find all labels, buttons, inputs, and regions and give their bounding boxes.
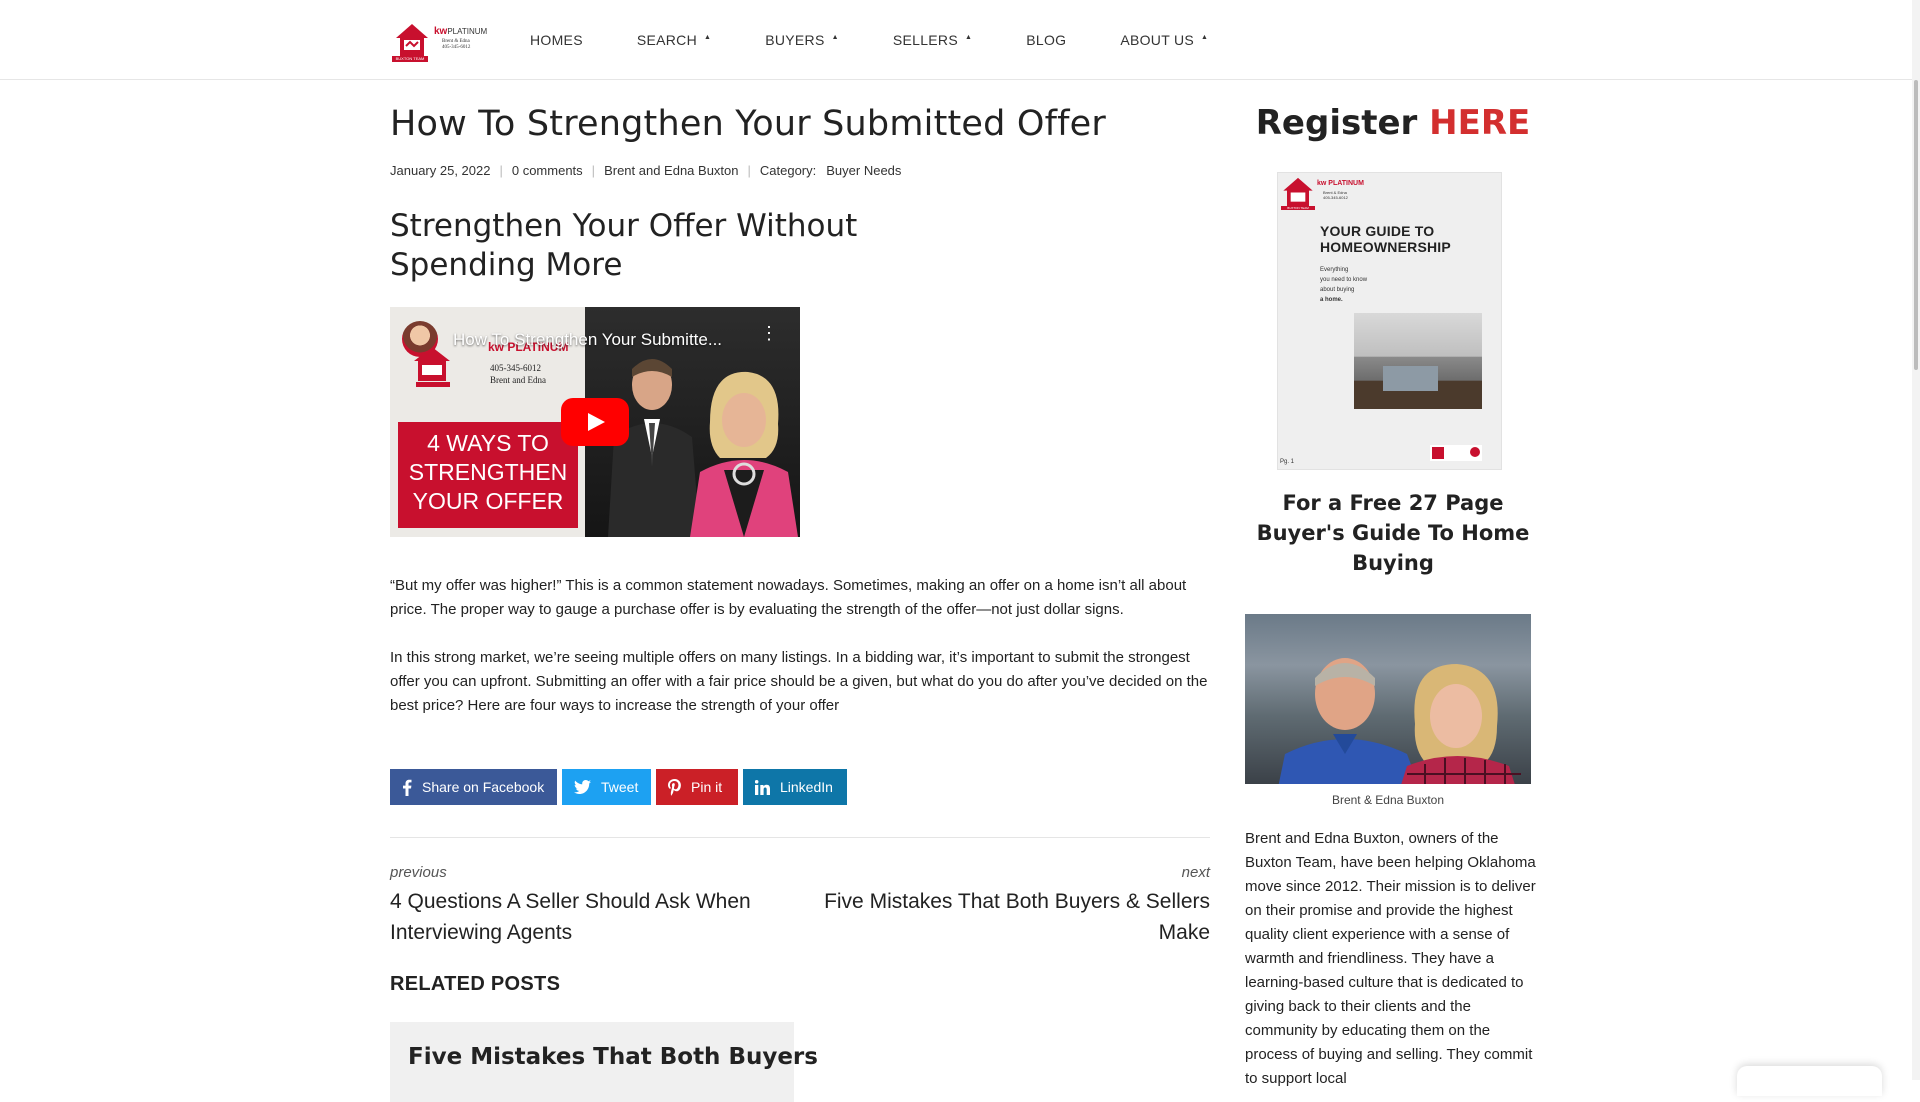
- meta-divider: |: [591, 163, 596, 178]
- guide-logo: kw PLATINUM Brent & Edna 405-345-6012 BU…: [1281, 176, 1373, 210]
- caret-up-icon: ▲: [704, 34, 712, 41]
- site-logo[interactable]: kwPLATINUM Brent & Edna 405-345-6012 BUX…: [390, 20, 487, 62]
- owners-photo-caption: Brent & Edna Buxton: [1331, 793, 1445, 807]
- meta-divider: |: [499, 163, 503, 178]
- guide-kw-text: kw PLATINUM: [1317, 180, 1364, 187]
- nav-search[interactable]: SEARCH ▲: [637, 32, 711, 48]
- nav-homes[interactable]: HOMES: [530, 32, 583, 48]
- owners-bio: Brent and Edna Buxton, owners of the Bux…: [1245, 830, 1536, 1087]
- video-badge: 4 WAYS TO STRENGTHEN YOUR OFFER: [398, 422, 578, 528]
- pinterest-icon: [668, 778, 681, 796]
- post-title: How To Strengthen Your Submitted Offer: [390, 104, 1107, 144]
- scrollbar-thumb[interactable]: [1914, 80, 1918, 370]
- play-button-icon[interactable]: [561, 398, 629, 446]
- caret-up-icon: ▲: [831, 34, 839, 41]
- related-posts-heading: RELATED POSTS: [390, 973, 561, 995]
- kitchen-photo: [1354, 313, 1482, 409]
- homeownership-guide-cover[interactable]: kw PLATINUM Brent & Edna 405-345-6012 BU…: [1277, 172, 1502, 470]
- post-subheading: Strengthen Your Offer Without Spending M…: [390, 208, 858, 283]
- video-title[interactable]: How To Strengthen Your Submitte...: [453, 330, 722, 350]
- guide-footer-logos: [1430, 445, 1482, 461]
- post-category-label: Category:: [759, 163, 817, 178]
- caret-up-icon: ▲: [1201, 34, 1209, 41]
- share-facebook-label: Share on Facebook: [422, 779, 545, 795]
- nav-buyers[interactable]: BUYERS ▲: [765, 32, 839, 48]
- next-post-link[interactable]: Five Mistakes That Both Buyers & Sellers…: [820, 886, 1210, 948]
- nav-sellers[interactable]: SELLERS ▲: [893, 32, 972, 48]
- share-linkedin-button[interactable]: LinkedIn: [743, 769, 847, 805]
- channel-avatar[interactable]: [402, 321, 438, 357]
- post-meta: January 25, 2022 | 0 comments | Brent an…: [390, 163, 901, 178]
- share-pinterest-button[interactable]: Pin it: [656, 769, 738, 805]
- previous-post-label: previous: [390, 864, 447, 881]
- post-date: January 25, 2022: [390, 163, 491, 178]
- video-contact: 405-345-6012 Brent and Edna: [490, 363, 546, 385]
- free-guide-text[interactable]: For a Free 27 Page Buyer's Guide To Home…: [1245, 488, 1541, 578]
- guide-subtitle: Everything you need to know about buying…: [1320, 267, 1368, 303]
- house-logo-icon: [396, 24, 428, 56]
- share-twitter-label: Tweet: [601, 779, 639, 795]
- share-twitter-button[interactable]: Tweet: [562, 769, 651, 805]
- share-pinterest-label: Pin it: [691, 779, 723, 795]
- post-nav-divider: [390, 837, 1210, 838]
- meta-divider: |: [747, 163, 751, 178]
- post-paragraph-1: “But my offer was higher!” This is a com…: [390, 577, 1187, 618]
- post-paragraph-2: In this strong market, we’re seeing mult…: [390, 649, 1208, 714]
- post-category-link[interactable]: Buyer Needs: [826, 163, 901, 178]
- owner-woman-image: [1401, 664, 1521, 784]
- guide-page-number: Pg. 1: [1280, 459, 1295, 465]
- main-nav: HOMES SEARCH ▲ BUYERS ▲ SELLERS ▲ BLOG ABOU…: [530, 0, 1262, 79]
- register-heading[interactable]: Register HERE: [1245, 103, 1541, 143]
- post-comments-link[interactable]: 0 comments: [512, 163, 583, 178]
- linkedin-icon: [755, 779, 770, 795]
- house-logo-icon: [1283, 177, 1313, 208]
- previous-post-link[interactable]: 4 Questions A Seller Should Ask When Int…: [390, 886, 790, 948]
- next-post-label: next: [1181, 864, 1210, 881]
- chat-widget[interactable]: [1737, 1066, 1882, 1096]
- facebook-icon: [402, 779, 412, 796]
- register-here-link[interactable]: HERE: [1429, 103, 1530, 143]
- related-post-card[interactable]: Five Mistakes That Both Buyers: [390, 1022, 818, 1102]
- site-header: kwPLATINUM Brent & Edna 405-345-6012 BUX…: [0, 0, 1920, 80]
- share-buttons: Share on Facebook Tweet Pin it LinkedIn: [390, 769, 852, 805]
- logo-team-banner: BUXTON TEAM: [392, 56, 428, 62]
- youtube-video-embed[interactable]: kw PLATINUM 405-345-6012 Brent and Edna …: [390, 307, 800, 537]
- share-linkedin-label: LinkedIn: [780, 779, 833, 795]
- logo-names: Brent & Edna 405-345-6012: [442, 39, 471, 50]
- guide-title: YOUR GUIDE TO HOMEOWNERSHIP: [1320, 223, 1451, 255]
- nav-about-us[interactable]: ABOUT US ▲: [1120, 32, 1208, 48]
- guide-contact: Brent & Edna 405-345-6012: [1323, 190, 1348, 200]
- page-scrollbar[interactable]: [1912, 0, 1920, 1080]
- logo-brand: kwPLATINUM: [434, 26, 488, 37]
- related-post-title[interactable]: Five Mistakes That Both Buyers: [408, 1044, 818, 1070]
- guide-team-banner: BUXTON TEAM: [1281, 206, 1315, 210]
- share-facebook-button[interactable]: Share on Facebook: [390, 769, 557, 805]
- post-author-link[interactable]: Brent and Edna Buxton: [604, 163, 738, 178]
- twitter-icon: [574, 780, 591, 794]
- kitchen-island-shape: [1383, 366, 1438, 391]
- caret-up-icon: ▲: [964, 34, 973, 41]
- nav-blog[interactable]: BLOG: [1026, 32, 1066, 48]
- presenter-woman-image: [690, 371, 798, 537]
- more-options-icon[interactable]: ⋮: [760, 324, 778, 342]
- owners-photo: [1245, 614, 1531, 784]
